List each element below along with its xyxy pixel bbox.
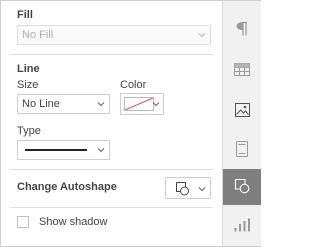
fill-select[interactable]: No Fill: [17, 25, 211, 45]
line-type-preview: [25, 149, 87, 151]
fill-select-value: No Fill: [22, 29, 54, 41]
slide-icon: [236, 140, 248, 160]
line-type-select[interactable]: [17, 140, 110, 160]
no-color-swatch: [124, 97, 154, 111]
line-title: Line: [17, 63, 40, 75]
chevron-down-icon: [198, 31, 206, 39]
show-shadow-label: Show shadow: [39, 216, 108, 228]
table-icon: [234, 63, 250, 79]
table-settings-button[interactable]: [223, 53, 261, 89]
settings-sidebar: [222, 1, 261, 246]
chart-settings-button[interactable]: [223, 208, 261, 244]
show-shadow-checkbox[interactable]: [17, 216, 29, 228]
divider: [10, 207, 213, 208]
slide-settings-button[interactable]: [223, 132, 261, 168]
chevron-down-icon: [198, 185, 206, 193]
shape-icon: [175, 181, 191, 199]
shape-settings: Fill No Fill Line Size Color No Line Typ…: [1, 1, 222, 246]
color-label: Color: [120, 79, 147, 91]
divider: [10, 169, 213, 170]
paragraph-icon: [235, 21, 249, 40]
change-autoshape-button[interactable]: [165, 177, 211, 199]
chevron-down-icon: [97, 146, 105, 154]
right-settings-panel: Fill No Fill Line Size Color No Line Typ…: [0, 0, 261, 247]
chevron-down-icon: [152, 100, 160, 108]
line-size-value: No Line: [22, 98, 60, 110]
line-color-picker[interactable]: [120, 93, 164, 115]
image-settings-button[interactable]: [223, 93, 261, 129]
fill-title: Fill: [17, 9, 33, 21]
divider: [10, 54, 213, 55]
size-label: Size: [17, 79, 39, 91]
type-label: Type: [17, 125, 41, 137]
image-icon: [234, 102, 250, 120]
chart-icon: [234, 218, 250, 235]
shape-settings-button[interactable]: [223, 169, 261, 205]
chevron-down-icon: [97, 100, 105, 108]
line-size-select[interactable]: No Line: [17, 94, 110, 114]
change-autoshape-label: Change Autoshape: [17, 181, 117, 193]
shape-icon: [234, 178, 251, 197]
paragraph-settings-button[interactable]: [223, 12, 261, 48]
